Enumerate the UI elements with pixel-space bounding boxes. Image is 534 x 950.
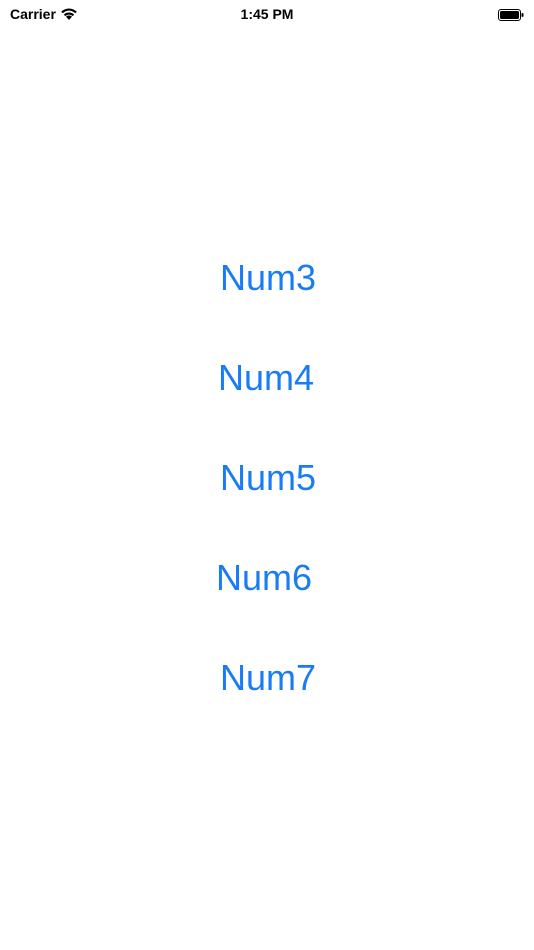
number-button-list: Num3 Num4 Num5 Num6 Num7 <box>0 0 534 950</box>
num3-button[interactable]: Num3 <box>220 258 316 298</box>
num5-button[interactable]: Num5 <box>220 458 316 498</box>
num6-button[interactable]: Num6 <box>216 558 312 598</box>
num7-button[interactable]: Num7 <box>220 658 316 698</box>
num4-button[interactable]: Num4 <box>218 358 314 398</box>
